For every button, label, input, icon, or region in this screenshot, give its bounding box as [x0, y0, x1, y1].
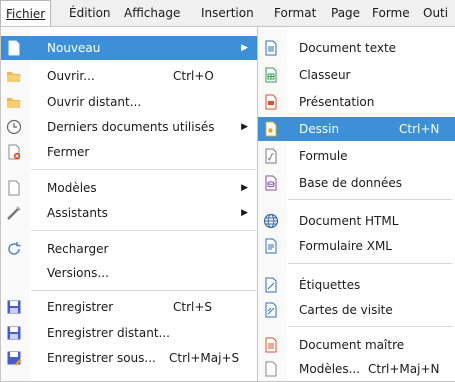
menu-affichage[interactable]: Affichage	[124, 6, 180, 20]
xml-form-icon	[263, 238, 279, 254]
reload-icon	[6, 241, 22, 257]
impress-presentation-icon	[263, 94, 279, 110]
menu-item-ouvrir-distant[interactable]: Ouvrir distant...	[1, 90, 260, 114]
menu-separator	[288, 326, 452, 327]
open-folder-icon	[6, 68, 22, 84]
menu-item-derniers-documents[interactable]: Derniers documents utilisés ▶	[1, 115, 260, 139]
labels-icon	[263, 277, 279, 293]
menu-item-document-html[interactable]: Document HTML	[258, 209, 455, 233]
menu-outils[interactable]: Outi	[423, 6, 448, 20]
menu-item-classeur[interactable]: Classeur	[258, 63, 455, 87]
save-as-icon	[6, 350, 22, 366]
math-formula-icon	[263, 148, 279, 164]
templates-icon	[6, 180, 22, 196]
new-document-icon	[6, 40, 22, 56]
business-cards-icon	[263, 302, 279, 318]
menu-fichier[interactable]: Fichier	[0, 0, 52, 27]
menu-separator	[288, 199, 452, 200]
menu-item-enregistrer[interactable]: Enregistrer Ctrl+S	[1, 295, 260, 319]
menu-item-modeles[interactable]: Modèles ▶	[1, 176, 260, 200]
new-submenu: Document texte Classeur Présentation Des…	[257, 26, 455, 382]
menu-item-etiquettes[interactable]: Étiquettes	[258, 273, 455, 297]
menu-item-nouveau[interactable]: Nouveau ▶	[1, 36, 260, 60]
save-icon	[6, 299, 22, 315]
draw-drawing-icon	[263, 121, 279, 137]
base-database-icon	[263, 175, 279, 191]
menu-forme[interactable]: Forme	[372, 6, 410, 20]
submenu-arrow-icon: ▶	[241, 122, 248, 132]
menu-item-enregistrer-distant[interactable]: Enregistrer distant...	[1, 321, 260, 345]
menu-item-base-de-donnees[interactable]: Base de données	[258, 171, 455, 195]
menu-item-formulaire-xml[interactable]: Formulaire XML	[258, 234, 455, 258]
close-document-icon	[6, 144, 22, 160]
save-remote-icon	[6, 325, 22, 341]
writer-document-icon	[263, 40, 279, 56]
submenu-arrow-icon: ▶	[241, 208, 248, 218]
recent-clock-icon	[6, 119, 22, 135]
menu-insertion[interactable]: Insertion	[201, 6, 254, 20]
master-document-icon	[263, 337, 279, 353]
calc-spreadsheet-icon	[263, 67, 279, 83]
menu-separator	[31, 290, 256, 291]
menu-separator	[31, 169, 256, 170]
html-globe-icon	[263, 213, 279, 229]
menu-separator	[31, 230, 256, 231]
menu-item-assistants[interactable]: Assistants ▶	[1, 201, 260, 225]
menu-item-enregistrer-sous[interactable]: Enregistrer sous... Ctrl+Maj+S	[1, 346, 260, 370]
menu-item-recharger[interactable]: Recharger	[1, 237, 260, 261]
menu-item-document-texte[interactable]: Document texte	[258, 36, 455, 60]
templates-icon	[263, 361, 279, 377]
menu-item-modeles-new[interactable]: Modèles... Ctrl+Maj+N	[258, 357, 455, 381]
menu-format[interactable]: Format	[274, 6, 316, 20]
menu-page[interactable]: Page	[331, 6, 360, 20]
menu-item-ouvrir[interactable]: Ouvrir... Ctrl+O	[1, 64, 260, 88]
menu-separator	[288, 263, 452, 264]
menu-item-formule[interactable]: Formule	[258, 144, 455, 168]
menu-item-fermer[interactable]: Fermer	[1, 140, 260, 164]
remote-folder-icon	[6, 94, 22, 110]
menu-item-document-maitre[interactable]: Document maître	[258, 333, 455, 357]
menu-bar: Fichier Édition Affichage Insertion Form…	[0, 0, 455, 27]
submenu-arrow-icon: ▶	[241, 43, 248, 53]
file-menu: Nouveau ▶ Ouvrir... Ctrl+O Ouvrir distan…	[0, 26, 261, 382]
wizard-icon	[6, 205, 22, 221]
menu-item-cartes-de-visite[interactable]: Cartes de visite	[258, 298, 455, 322]
menu-item-dessin[interactable]: Dessin Ctrl+N	[258, 117, 455, 141]
menu-item-presentation[interactable]: Présentation	[258, 90, 455, 114]
submenu-arrow-icon: ▶	[241, 183, 248, 193]
menu-edition[interactable]: Édition	[69, 6, 111, 20]
menu-item-versions[interactable]: Versions...	[1, 261, 260, 285]
